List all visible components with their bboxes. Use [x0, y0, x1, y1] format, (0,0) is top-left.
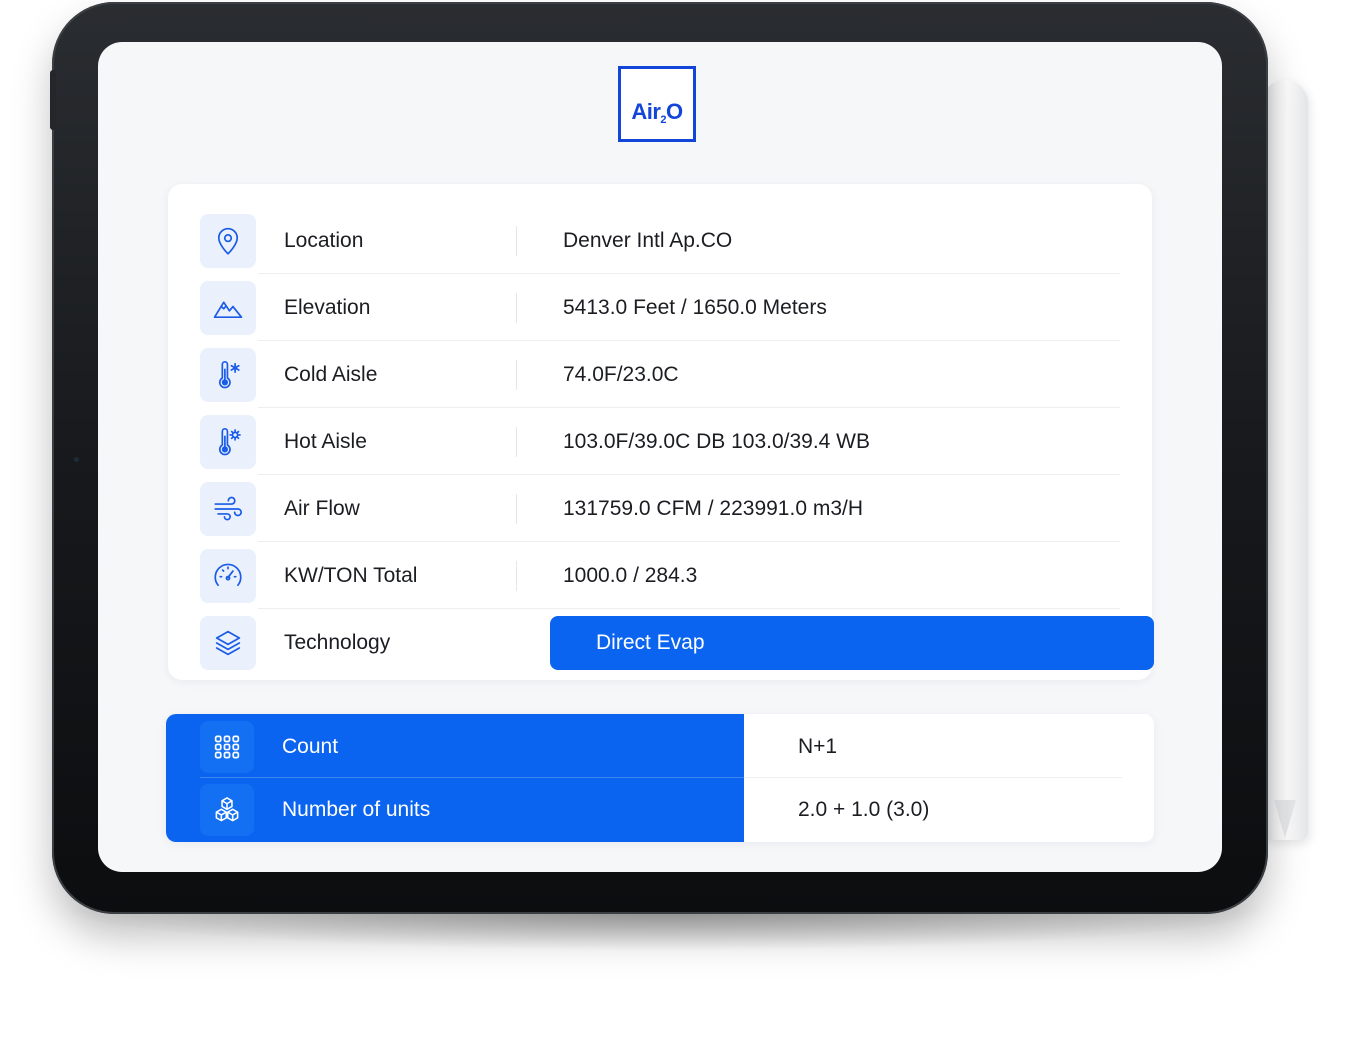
thermometer-snowflake-icon [200, 348, 256, 402]
spec-label: Cold Aisle [284, 363, 378, 386]
units-row-count: Count N+1 [166, 715, 1154, 778]
spec-value: 74.0F/23.0C [563, 363, 679, 386]
spec-value: 131759.0 CFM / 223991.0 m3/H [563, 497, 864, 520]
column-divider [516, 427, 517, 457]
mountain-icon [200, 281, 256, 335]
tablet-side-button [50, 70, 56, 130]
gauge-icon [200, 549, 256, 603]
spec-label: KW/TON Total [284, 564, 418, 587]
spec-label: Air Flow [284, 497, 360, 520]
layers-icon [200, 616, 256, 670]
units-card: Count N+1 Number of units 2.0 + 1.0 (3.0… [166, 714, 1154, 842]
spec-row-elevation: Elevation 5413.0 Feet / 1650.0 Meters [200, 275, 1120, 341]
spec-value: 103.0F/39.0C DB 103.0/39.4 WB [563, 430, 871, 453]
units-value: 2.0 + 1.0 (3.0) [798, 797, 930, 821]
column-divider [516, 226, 517, 256]
units-value: N+1 [798, 734, 838, 758]
grid-dots-icon [200, 720, 254, 773]
spec-row-technology: Technology Direct Evap [200, 610, 1154, 676]
spec-row-hot-aisle: Hot Aisle 103.0F/39.0C DB 103.0/39.4 WB [200, 409, 1120, 475]
technology-value: Direct Evap [596, 631, 705, 654]
stage: Air2O Location Denver Intl Ap.CO Elevati… [0, 0, 1350, 1060]
specs-card: Location Denver Intl Ap.CO Elevation 541… [168, 184, 1154, 680]
air2o-logo: Air2O [618, 66, 696, 142]
units-label: Count [282, 734, 339, 758]
stylus-pencil [1262, 80, 1308, 840]
camera-icon [74, 457, 79, 462]
spec-label: Hot Aisle [284, 430, 367, 453]
spec-row-air-flow: Air Flow 131759.0 CFM / 223991.0 m3/H [200, 476, 1120, 542]
thermometer-sun-icon [200, 415, 256, 469]
location-pin-icon [200, 214, 256, 268]
column-divider [516, 293, 517, 323]
spec-value: 5413.0 Feet / 1650.0 Meters [563, 296, 827, 319]
column-divider [516, 494, 517, 524]
units-row-number: Number of units 2.0 + 1.0 (3.0) [166, 778, 1154, 841]
units-label: Number of units [282, 797, 431, 821]
spec-label: Elevation [284, 296, 371, 319]
spec-row-location: Location Denver Intl Ap.CO [200, 208, 1120, 274]
spec-row-kw-ton: KW/TON Total 1000.0 / 284.3 [200, 543, 1120, 609]
spec-value: Denver Intl Ap.CO [563, 229, 733, 252]
stylus-tip [1274, 800, 1296, 838]
boxes-icon [200, 783, 254, 836]
column-divider [516, 360, 517, 390]
wind-icon [200, 482, 256, 536]
spec-label: Location [284, 229, 364, 252]
spec-value: 1000.0 / 284.3 [563, 564, 698, 587]
spec-label: Technology [284, 631, 391, 654]
column-divider [516, 561, 517, 591]
tablet-screen: Air2O Location Denver Intl Ap.CO Elevati… [98, 42, 1222, 872]
logo-text: Air2O [631, 98, 683, 126]
spec-row-cold-aisle: Cold Aisle 74.0F/23.0C [200, 342, 1120, 408]
technology-select[interactable]: Direct Evap [550, 616, 1154, 670]
